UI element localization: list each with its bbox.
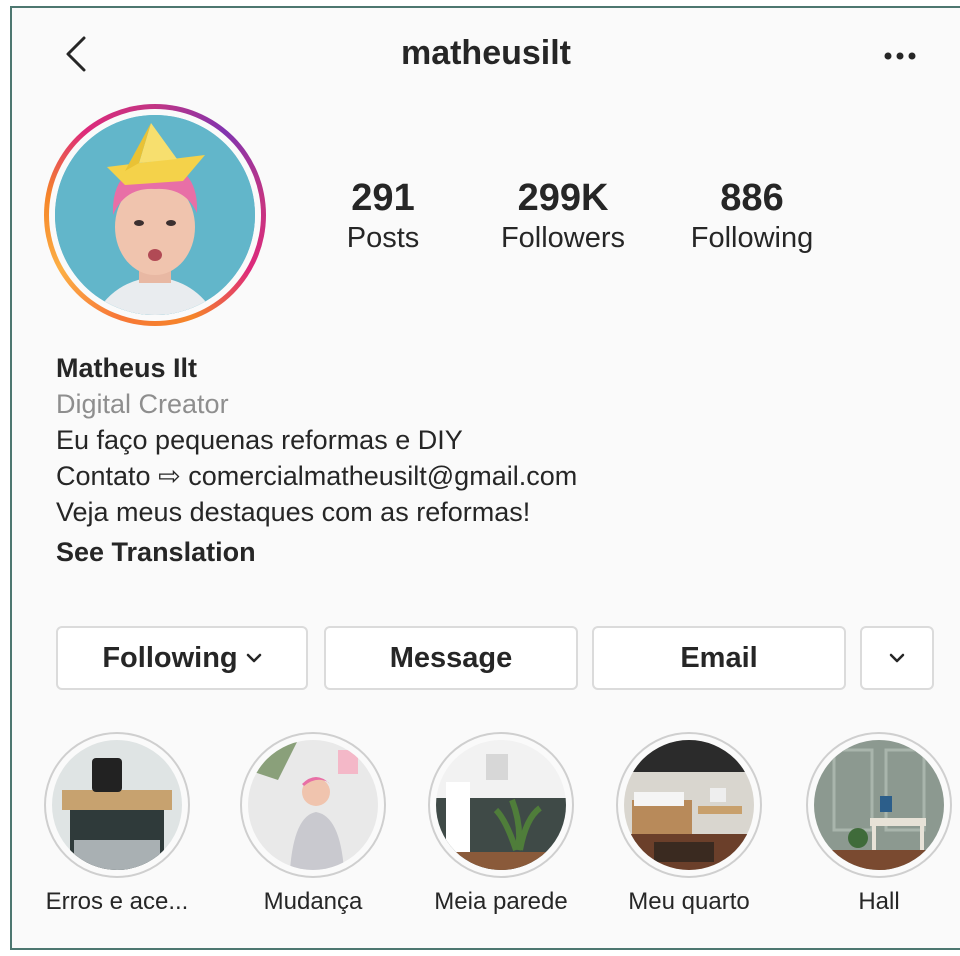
highlight-erros[interactable]: Erros e ace... (42, 732, 192, 916)
profile-username: matheusilt (400, 34, 572, 72)
avatar (55, 115, 255, 315)
highlight-cover (436, 740, 566, 870)
posts-stat[interactable]: 291 Posts (328, 176, 438, 256)
highlight-ring (428, 732, 574, 878)
highlight-cover (814, 740, 944, 870)
highlight-label: Meu quarto (628, 888, 750, 915)
avatar-story-ring[interactable] (44, 104, 266, 326)
highlight-label: Mudança (263, 888, 363, 915)
profile-category: Digital Creator (56, 389, 229, 419)
posts-count: 291 (351, 177, 415, 219)
following-stat[interactable]: 886 Following (676, 176, 828, 256)
highlight-ring (616, 732, 762, 878)
highlight-meu-quarto[interactable]: Meu quarto (614, 732, 764, 916)
highlight-meia-parede[interactable]: Meia parede (426, 732, 576, 916)
suggested-accounts-button[interactable] (860, 626, 934, 690)
posts-label: Posts (346, 222, 420, 254)
message-button-label: Message (389, 641, 513, 674)
following-label: Following (690, 222, 814, 254)
following-button[interactable]: Following (56, 626, 308, 690)
chevron-down-icon (246, 653, 261, 663)
highlight-label: Meia parede (434, 888, 568, 915)
bio-line: Eu faço pequenas reformas e DIY (56, 425, 463, 455)
more-horizontal-icon (884, 52, 916, 60)
chevron-down-icon (889, 653, 905, 663)
highlight-label: Hall (858, 888, 900, 915)
highlight-ring (806, 732, 952, 878)
see-translation-link[interactable]: See Translation (56, 534, 936, 570)
highlight-cover (624, 740, 754, 870)
more-options-button[interactable] (880, 48, 920, 64)
profile-name: Matheus Ilt (56, 353, 198, 383)
highlight-cover (248, 740, 378, 870)
email-button-label: Email (680, 641, 758, 674)
highlight-mudanca[interactable]: Mudança (238, 732, 388, 916)
followers-stat[interactable]: 299K Followers (488, 176, 638, 256)
highlight-label: Erros e ace... (45, 888, 189, 915)
message-button[interactable]: Message (324, 626, 578, 690)
profile-header: matheusilt (12, 8, 960, 100)
highlight-hall[interactable]: Hall (804, 732, 954, 916)
followers-count: 299K (517, 177, 609, 219)
email-button[interactable]: Email (592, 626, 846, 690)
highlight-ring (240, 732, 386, 878)
profile-bio: Matheus Ilt Digital Creator Eu faço pequ… (56, 350, 936, 570)
bio-line: Veja meus destaques com as reformas! (56, 497, 531, 527)
highlight-ring (44, 732, 190, 878)
followers-label: Followers (500, 222, 626, 254)
following-count: 886 (720, 177, 784, 219)
bio-contact-line: Contato ⇨ comercialmatheusilt@gmail.com (56, 461, 578, 491)
following-button-label: Following (102, 641, 238, 674)
profile-screen: matheusilt 291 Posts 299K Followers 886 … (10, 6, 960, 950)
highlight-cover (52, 740, 182, 870)
